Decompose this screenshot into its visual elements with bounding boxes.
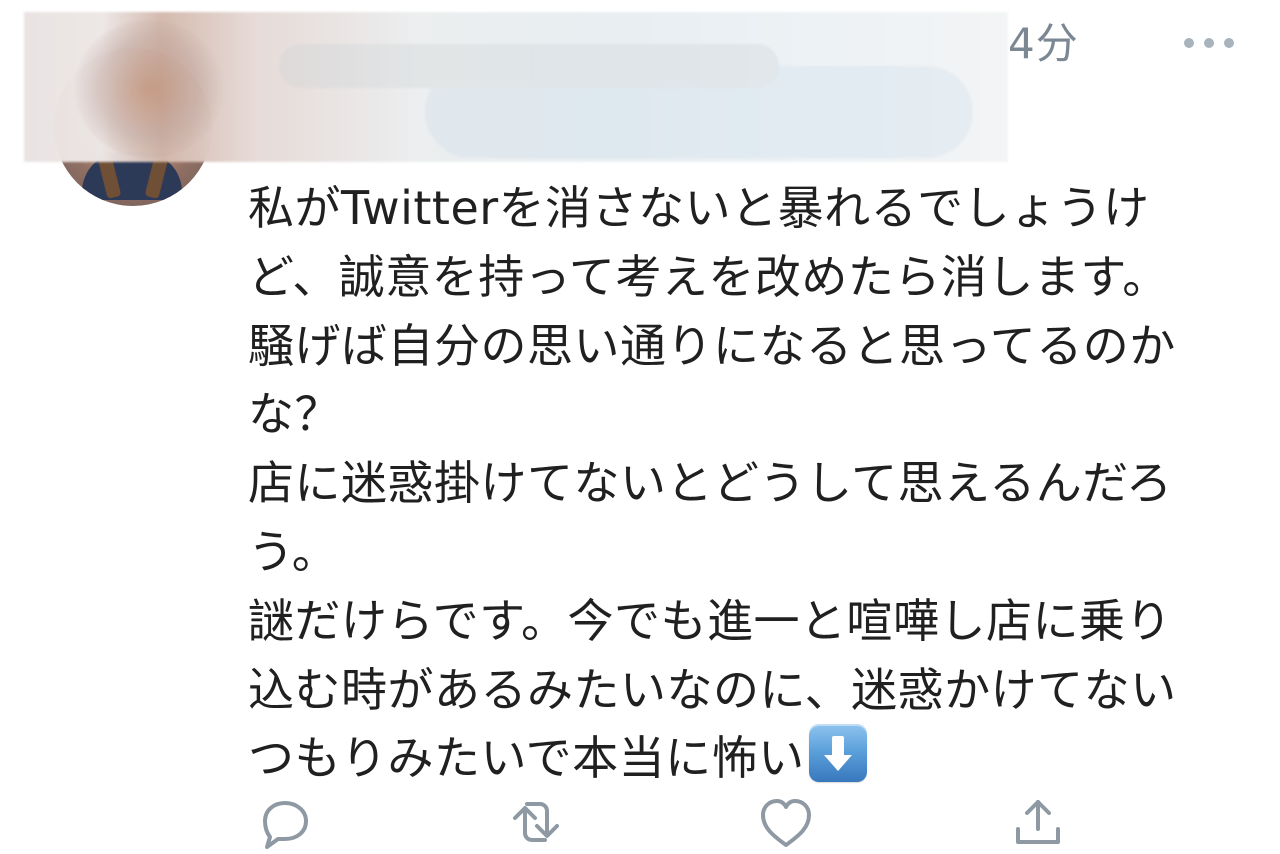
down-arrow-icon — [808, 724, 867, 783]
reply-button[interactable] — [250, 790, 322, 854]
share-icon — [1016, 800, 1060, 844]
tweet-text-line: 謎だけらです。今でも進一と喧嘩し店に乗り — [248, 593, 1173, 648]
tweet-text-line-last: つもりみたいで本当に怖い — [248, 724, 1238, 793]
retweet-button[interactable] — [500, 790, 572, 854]
tweet-text-last-fragment: つもりみたいで本当に怖い — [248, 731, 805, 786]
tweet-text-line: な？ — [248, 387, 341, 442]
tweet-actions — [250, 790, 1150, 854]
retweet-icon — [513, 802, 559, 842]
more-dot — [1204, 38, 1214, 48]
tweet-text-line: う。 — [248, 524, 339, 579]
more-dot — [1184, 38, 1194, 48]
heart-icon — [761, 799, 811, 847]
tweet-text-line: 込む時があるみたいなのに、迷惑かけてない — [248, 662, 1177, 717]
like-button[interactable] — [750, 790, 822, 854]
reply-icon — [263, 801, 308, 849]
blurred-account-header — [24, 12, 1008, 162]
tweet-text: 私がTwitterを消さないと暴れるでしょうけ ど、誠意を持って考えを改めたら消… — [248, 174, 1238, 793]
tweet-text-line: ど、誠意を持って考えを改めたら消します。 — [248, 249, 1169, 304]
tweet-text-line: 騒げば自分の思い通りになると思ってるのか — [248, 318, 1176, 373]
tweet-text-line: 店に迷惑掛けてないとどうして思えるんだろ — [248, 456, 1173, 511]
more-options-button[interactable] — [1180, 28, 1238, 58]
share-button[interactable] — [1002, 790, 1074, 854]
tweet-text-line: 私がTwitterを消さないと暴れるでしょうけ — [248, 181, 1150, 235]
tweet-card: 4分 私がTwitterを消さないと暴れるでしょうけ ど、誠意を持って考えを改め… — [0, 0, 1280, 854]
more-dot — [1224, 38, 1234, 48]
tweet-timestamp[interactable]: 4分 — [1008, 18, 1079, 70]
